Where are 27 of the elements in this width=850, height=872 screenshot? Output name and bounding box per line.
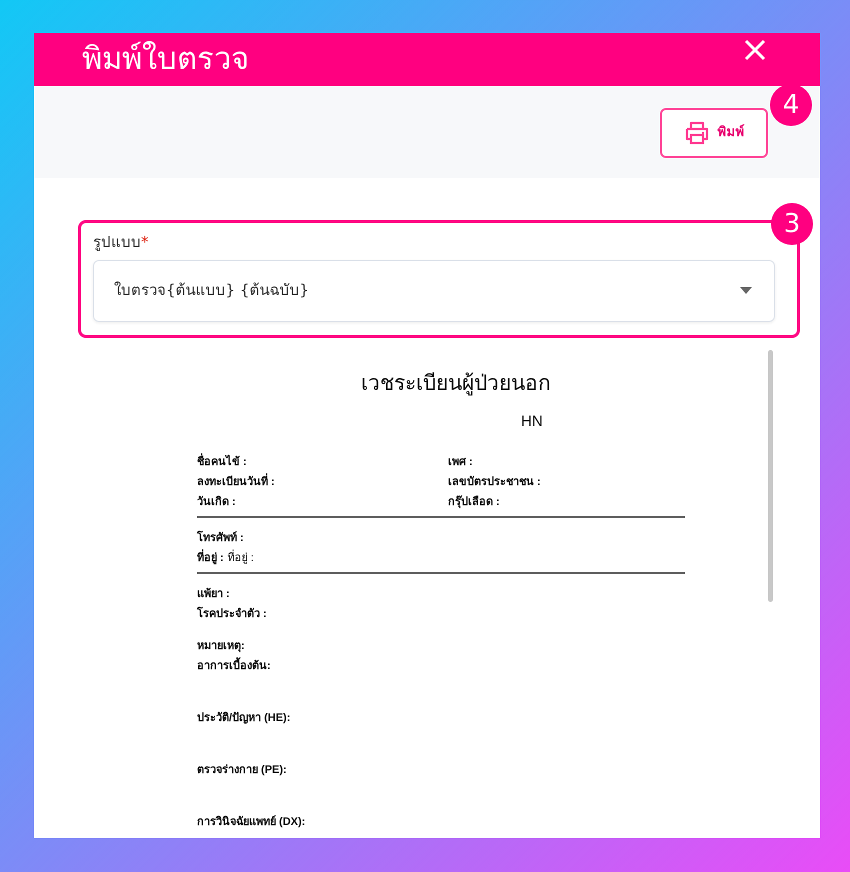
- field-label: เลขบัตรประชาชน :: [448, 474, 541, 490]
- step-callout: 3: [771, 203, 813, 245]
- printer-icon: [684, 121, 710, 145]
- hn-label: HN: [521, 412, 544, 432]
- field-label: กรุ๊ปเลือด :: [448, 494, 500, 510]
- field-label: การวินิจฉัยแพทย์ (DX):: [197, 814, 306, 830]
- field-label: อาการเบื้องต้น:: [197, 656, 685, 676]
- format-select[interactable]: ใบตรวจ{ต้นแบบ} {ต้นฉบับ}: [93, 260, 775, 322]
- field-label: ตรวจร่างกาย (PE):: [197, 762, 288, 778]
- field-value: ที่อยู่ :: [228, 548, 254, 566]
- field-label: โรคประจำตัว :: [197, 606, 268, 622]
- field-label: แพ้ยา :: [197, 586, 231, 602]
- field-label: ชื่อคนไข้ :: [197, 452, 448, 472]
- field-label: เพศ :: [448, 454, 473, 470]
- close-icon[interactable]: [744, 38, 766, 60]
- caret-icon: [740, 287, 752, 294]
- field-label: ที่อยู่ :: [197, 548, 224, 568]
- field-label: โทรศัพท์ :: [197, 530, 244, 546]
- field-label: รูปแบบ*: [93, 232, 150, 253]
- scrollbar[interactable]: [768, 350, 773, 602]
- field-label: หมายเหตุ:: [197, 638, 246, 654]
- field-label: วันเกิด :: [197, 494, 237, 510]
- print-button[interactable]: พิมพ์: [660, 108, 768, 158]
- document-title: เวชระเบียนผู้ป่วยนอก: [360, 370, 552, 398]
- field-label: ประวัติ/ปัญหา (HE):: [197, 710, 292, 726]
- field-label: ลงทะเบียนวันที่ :: [197, 472, 448, 492]
- step-callout: 4: [770, 84, 812, 126]
